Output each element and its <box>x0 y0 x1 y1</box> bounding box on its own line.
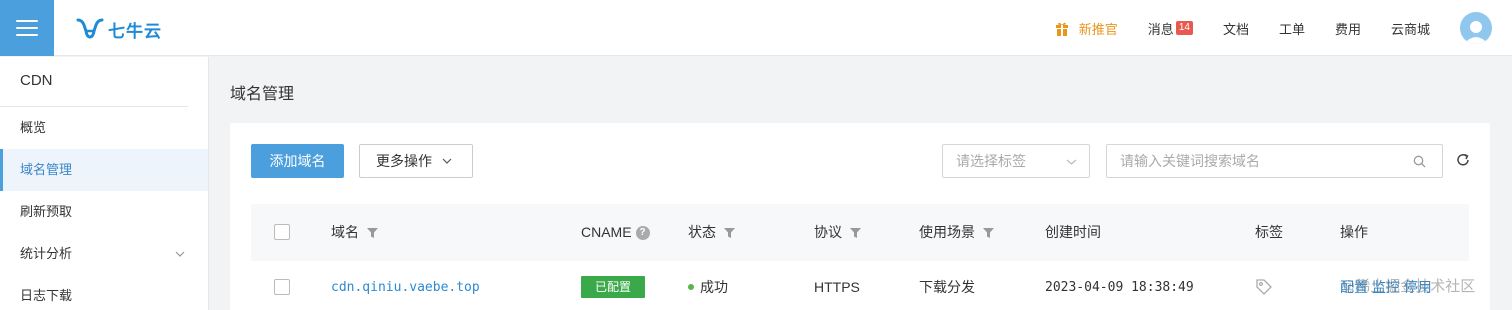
domain-cell: cdn.qiniu.vaebe.top <box>331 261 480 310</box>
created-cell: 2023-04-09 18:38:49 <box>1045 279 1194 295</box>
avatar[interactable] <box>1460 12 1492 44</box>
column-domain-label: 域名 <box>331 224 359 240</box>
scenario-cell: 下载分发 <box>919 279 975 295</box>
status-text: 成功 <box>700 279 728 295</box>
tags-cell <box>1255 261 1273 310</box>
nav-marketplace[interactable]: 云商城 <box>1391 19 1430 38</box>
sidebar-item-label: 统计分析 <box>20 246 73 261</box>
logo[interactable]: 七牛云 <box>76 15 162 43</box>
nav-tickets[interactable]: 工单 <box>1279 19 1305 38</box>
top-bar: 七牛云 新推官 消息 14 文档 工单 费用 云商城 <box>0 0 1512 56</box>
sidebar-item-label: 刷新预取 <box>20 204 73 219</box>
column-status-label: 状态 <box>688 224 716 240</box>
search-input[interactable] <box>1107 145 1397 177</box>
sidebar-item-log-download[interactable]: 日志下载 <box>0 275 208 310</box>
nav-billing[interactable]: 费用 <box>1335 19 1361 38</box>
sidebar-title: CDN <box>0 57 188 107</box>
nav-promo-label: 新推官 <box>1078 21 1118 37</box>
gift-icon <box>1055 22 1068 36</box>
column-actions-label: 操作 <box>1340 224 1368 240</box>
nav-messages-label: 消息 <box>1147 21 1174 37</box>
nav-docs[interactable]: 文档 <box>1223 19 1249 38</box>
tag-icon[interactable] <box>1255 278 1273 296</box>
more-actions-label: 更多操作 <box>376 153 432 169</box>
sidebar-item-label: 域名管理 <box>20 162 73 177</box>
top-nav: 新推官 消息 14 文档 工单 费用 云商城 <box>1055 0 1512 56</box>
filter-icon[interactable] <box>367 227 378 238</box>
tag-select[interactable]: 请选择标签 <box>942 144 1090 178</box>
table-header: 域名 CNAME ? 状态 协议 使用场景 创建时间 标签 操作 <box>251 204 1469 261</box>
domain-link[interactable]: cdn.qiniu.vaebe.top <box>331 280 480 295</box>
menu-toggle-button[interactable] <box>0 0 54 56</box>
select-all-checkbox[interactable] <box>274 224 290 240</box>
filter-icon[interactable] <box>724 227 735 238</box>
column-cname-label: CNAME <box>581 224 632 240</box>
chevron-down-icon <box>1066 159 1077 165</box>
sidebar-item-overview[interactable]: 概览 <box>0 107 208 149</box>
sidebar: CDN 概览 域名管理 刷新预取 统计分析 日志下载 <box>0 57 209 310</box>
sidebar-item-statistics[interactable]: 统计分析 <box>0 233 208 275</box>
column-scenario: 使用场景 <box>919 204 994 261</box>
tag-select-placeholder: 请选择标签 <box>956 153 1026 169</box>
qiniu-logo-icon <box>76 18 104 39</box>
cname-cell: 已配置 <box>581 261 646 310</box>
help-icon[interactable]: ? <box>635 225 650 240</box>
column-domain: 域名 <box>331 204 378 261</box>
more-actions-dropdown[interactable]: 更多操作 <box>359 144 473 178</box>
column-tags: 标签 <box>1255 204 1283 261</box>
search-box <box>1106 144 1443 178</box>
add-domain-button[interactable]: 添加域名 <box>251 144 344 178</box>
page-title: 域名管理 <box>230 86 295 103</box>
hamburger-icon <box>16 15 38 41</box>
sidebar-item-label: 概览 <box>20 120 47 135</box>
column-cname: CNAME ? <box>581 204 650 261</box>
table-row: cdn.qiniu.vaebe.top 已配置 成功 HTTPS 下载分发 20… <box>251 261 1469 310</box>
refresh-icon[interactable] <box>1455 152 1471 168</box>
message-count-badge: 14 <box>1175 21 1193 35</box>
status-cell: 成功 <box>688 261 728 310</box>
row-actions[interactable]: 配置 监控 停用 <box>1340 277 1432 297</box>
cname-status-badge: 已配置 <box>581 276 646 298</box>
column-scenario-label: 使用场景 <box>919 224 975 240</box>
user-icon <box>1464 21 1488 44</box>
column-actions: 操作 <box>1340 204 1368 261</box>
logo-text: 七牛云 <box>108 21 162 41</box>
domain-panel: 添加域名 更多操作 请选择标签 域名 CNAME ? <box>230 123 1490 310</box>
nav-promo[interactable]: 新推官 <box>1055 19 1118 38</box>
sidebar-item-refresh-prefetch[interactable]: 刷新预取 <box>0 191 208 233</box>
nav-messages[interactable]: 消息 14 <box>1148 19 1193 38</box>
column-tags-label: 标签 <box>1255 224 1283 240</box>
status-dot <box>688 284 694 290</box>
column-status: 状态 <box>688 204 735 261</box>
protocol-cell: HTTPS <box>814 279 860 295</box>
column-protocol-label: 协议 <box>814 224 842 240</box>
column-created-label: 创建时间 <box>1045 224 1101 240</box>
column-created: 创建时间 <box>1045 204 1101 261</box>
sidebar-item-domain-management[interactable]: 域名管理 <box>0 149 208 191</box>
chevron-down-icon <box>442 158 452 164</box>
filter-icon[interactable] <box>983 227 994 238</box>
chevron-down-icon <box>175 251 185 257</box>
filter-icon[interactable] <box>850 227 861 238</box>
search-icon[interactable] <box>1413 155 1426 168</box>
actions-cell: 配置 监控 停用 <box>1340 261 1432 310</box>
sidebar-item-label: 日志下载 <box>20 288 73 303</box>
column-protocol: 协议 <box>814 204 861 261</box>
row-checkbox[interactable] <box>274 279 290 295</box>
